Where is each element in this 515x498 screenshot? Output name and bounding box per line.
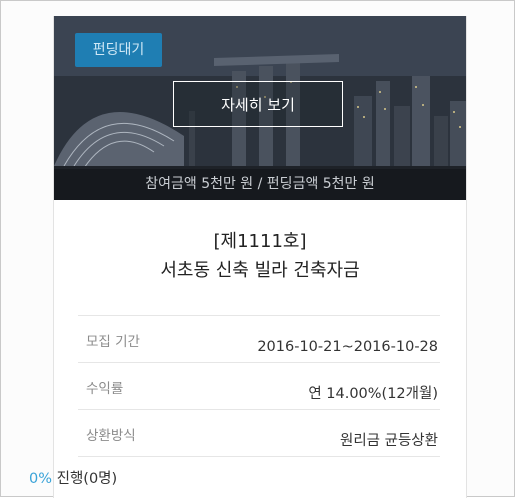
- progress-text: 진행(0명): [56, 471, 118, 487]
- info-row-period: 모집 기간 2016-10-21~2016-10-28: [78, 315, 440, 362]
- amount-summary: 참여금액 5천만 원 / 펀딩금액 5천만 원: [54, 169, 466, 200]
- status-badge: 펀딩대기: [75, 33, 162, 67]
- info-value-period: 2016-10-21~2016-10-28: [257, 339, 438, 355]
- info-table: 모집 기간 2016-10-21~2016-10-28 수익률 연 14.00%…: [78, 315, 440, 457]
- info-value-repayment: 원리금 균등상환: [340, 433, 438, 449]
- funding-card[interactable]: 펀딩대기 자세히 보기 참여금액 5천만 원 / 펀딩금액 5천만 원 [제11…: [53, 16, 467, 498]
- info-label-period: 모집 기간: [86, 334, 140, 350]
- hero-image: 펀딩대기 자세히 보기 참여금액 5천만 원 / 펀딩금액 5천만 원: [54, 16, 466, 200]
- progress-status: 0% 진행(0명): [29, 467, 117, 488]
- info-value-yield: 연 14.00%(12개월): [308, 386, 438, 402]
- project-title: [제1111호] 서초동 신축 빌라 건축자금: [54, 228, 466, 286]
- progress-percent: 0%: [29, 471, 53, 487]
- info-label-yield: 수익률: [86, 381, 124, 397]
- detail-view-button[interactable]: 자세히 보기: [173, 81, 343, 127]
- project-name: 서초동 신축 빌라 건축자금: [160, 260, 360, 281]
- project-number: [제1111호]: [213, 231, 307, 252]
- page-frame: 펀딩대기 자세히 보기 참여금액 5천만 원 / 펀딩금액 5천만 원 [제11…: [0, 0, 515, 498]
- info-row-yield: 수익률 연 14.00%(12개월): [78, 362, 440, 409]
- info-row-repayment: 상환방식 원리금 균등상환: [78, 409, 440, 457]
- info-label-repayment: 상환방식: [86, 428, 136, 444]
